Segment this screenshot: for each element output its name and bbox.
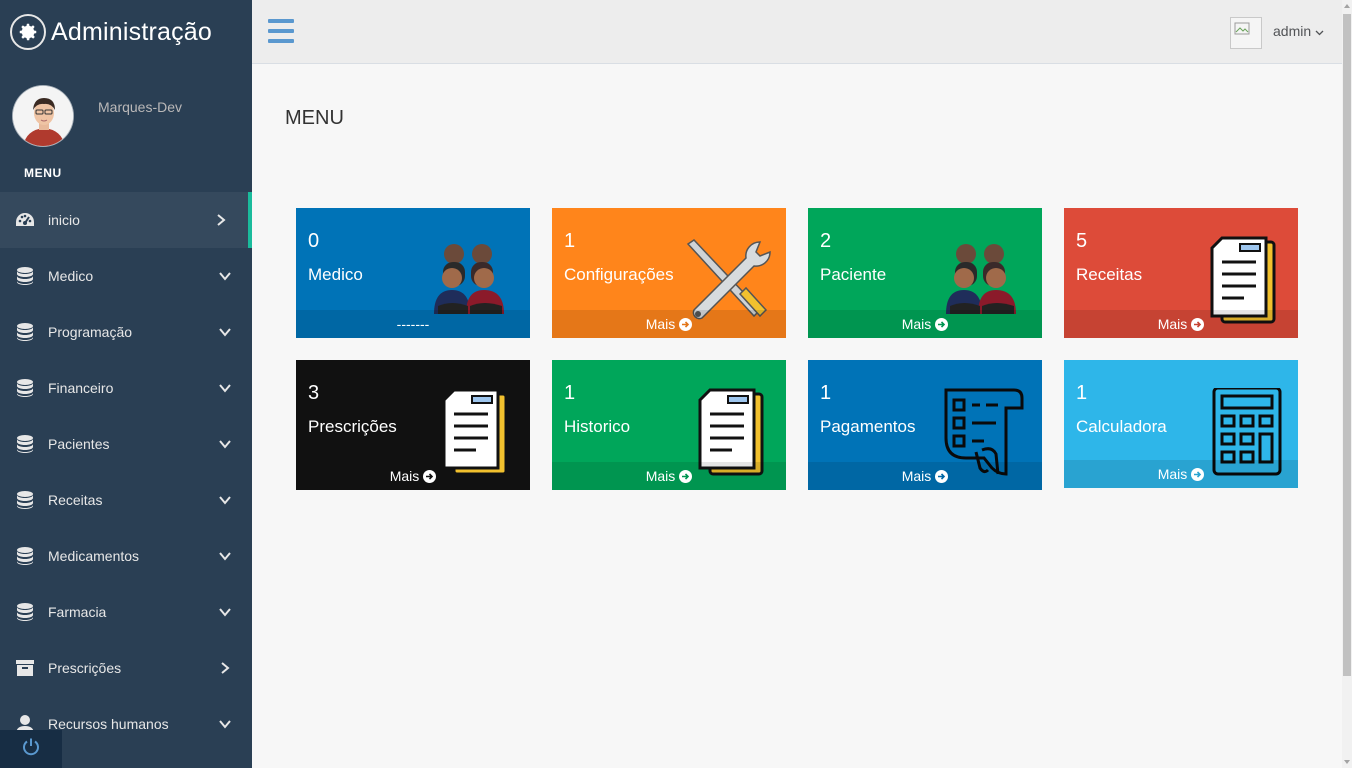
tile-count: 1: [564, 230, 576, 252]
scroll-thumb[interactable]: [1343, 14, 1351, 676]
tile-count: 0: [308, 230, 320, 252]
chevron-right-icon: [218, 661, 232, 675]
database-icon: [14, 601, 36, 623]
arrow-circle-right-icon: [679, 469, 693, 483]
tile-label: Historico: [564, 417, 631, 436]
sidebar-item-pacientes[interactable]: Pacientes: [0, 416, 252, 472]
tile-footer-text: Mais: [1157, 316, 1188, 332]
arrow-circle-right-icon: [1191, 467, 1205, 481]
scrollbar[interactable]: [1342, 0, 1352, 768]
sidebar-nav: inicio Medico Programação Financeiro Pac…: [0, 192, 252, 752]
tile-footer-link[interactable]: Mais: [1064, 310, 1298, 338]
tile-count: 5: [1076, 230, 1088, 252]
chevron-down-icon: [218, 381, 232, 395]
tile-footer-link[interactable]: Mais: [808, 462, 1042, 490]
profile-name: Marques-Dev: [98, 99, 183, 115]
chevron-down-icon: [1315, 23, 1324, 39]
tile-footer-text: Mais: [1157, 466, 1188, 482]
database-icon: [14, 545, 36, 567]
brand-title: Administração: [51, 17, 212, 46]
menu-toggle-button[interactable]: [268, 19, 294, 43]
database-icon: [14, 489, 36, 511]
tile-pagamentos[interactable]: 1 Pagamentos Mais: [808, 360, 1042, 490]
tile-label: Medico: [308, 265, 363, 284]
tile-footer-text: Mais: [645, 468, 676, 484]
chevron-down-icon: [218, 269, 232, 283]
user-name: admin: [1273, 23, 1312, 39]
arrow-circle-right-icon: [935, 469, 949, 483]
scroll-up-arrow[interactable]: [1344, 4, 1350, 8]
arrow-circle-right-icon: [935, 317, 949, 331]
sidebar-item-prescricoes[interactable]: Prescrições: [0, 640, 252, 696]
tile-historico[interactable]: 1 Historico Mais: [552, 360, 786, 490]
power-icon: [21, 737, 41, 762]
chevron-down-icon: [218, 437, 232, 451]
database-icon: [14, 321, 36, 343]
tile-count: 1: [1076, 382, 1088, 404]
database-icon: [14, 433, 36, 455]
chevron-down-icon: [218, 549, 232, 563]
database-icon: [14, 377, 36, 399]
tile-paciente[interactable]: 2 Paciente Mais: [808, 208, 1042, 338]
user-menu[interactable]: admin: [1273, 23, 1324, 39]
tile-footer-link[interactable]: -------: [296, 310, 530, 338]
chevron-down-icon: [218, 605, 232, 619]
sidebar-item-farmacia[interactable]: Farmacia: [0, 584, 252, 640]
tile-footer-text: Mais: [901, 316, 932, 332]
arrow-circle-right-icon: [1191, 317, 1205, 331]
avatar: [12, 85, 74, 147]
arrow-circle-right-icon: [423, 469, 437, 483]
hamburger-icon: [268, 19, 294, 23]
tile-label: Pagamentos: [820, 417, 916, 436]
page-title: MENU: [285, 107, 344, 129]
sidebar-item-financeiro[interactable]: Financeiro: [0, 360, 252, 416]
menu-section-label: MENU: [24, 166, 62, 180]
tile-footer-text: Mais: [901, 468, 932, 484]
top-navbar: admin: [252, 0, 1342, 64]
database-icon: [14, 265, 36, 287]
tile-footer-link[interactable]: Mais: [808, 310, 1042, 338]
tile-medico[interactable]: 0 Medico -------: [296, 208, 530, 338]
tile-prescricoes[interactable]: 3 Prescrições Mais: [296, 360, 530, 490]
tile-configuracoes[interactable]: 1 Configurações Mais: [552, 208, 786, 338]
sidebar-item-programacao[interactable]: Programação: [0, 304, 252, 360]
tile-footer-text: -------: [396, 316, 430, 332]
brand[interactable]: Administração: [0, 0, 252, 64]
sidebar-item-medico[interactable]: Medico: [0, 248, 252, 304]
tile-footer-text: Mais: [645, 316, 676, 332]
tile-count: 2: [820, 230, 832, 252]
tile-calculadora[interactable]: 1 Calculadora Mais: [1064, 360, 1298, 488]
chevron-down-icon: [218, 717, 232, 731]
tile-footer-link[interactable]: Mais: [296, 462, 530, 490]
chevron-right-icon: [214, 213, 228, 227]
logout-button[interactable]: [0, 730, 62, 768]
chevron-down-icon: [218, 493, 232, 507]
sidebar-item-receitas[interactable]: Receitas: [0, 472, 252, 528]
scroll-down-arrow[interactable]: [1344, 760, 1350, 764]
tile-footer-link[interactable]: Mais: [552, 310, 786, 338]
sidebar-item-medicamentos[interactable]: Medicamentos: [0, 528, 252, 584]
sidebar: Administração Marques-Dev MENU inicio Me…: [0, 0, 252, 768]
chevron-down-icon: [218, 325, 232, 339]
tile-footer-text: Mais: [389, 468, 420, 484]
tile-footer-link[interactable]: Mais: [1064, 460, 1298, 488]
tile-label: Paciente: [820, 265, 887, 284]
dashboard-icon: [14, 209, 36, 231]
tile-footer-link[interactable]: Mais: [552, 462, 786, 490]
tile-count: 3: [308, 382, 320, 404]
gear-icon: [10, 14, 46, 50]
tile-label: Receitas: [1076, 265, 1143, 284]
archive-icon: [14, 657, 36, 679]
user-profile-image[interactable]: [1230, 17, 1262, 49]
tile-count: 1: [564, 382, 576, 404]
tile-label: Prescrições: [308, 417, 397, 436]
tile-receitas[interactable]: 5 Receitas Mais: [1064, 208, 1298, 338]
arrow-circle-right-icon: [679, 317, 693, 331]
tile-count: 1: [820, 382, 832, 404]
tile-label: Configurações: [564, 265, 674, 284]
sidebar-item-inicio[interactable]: inicio: [0, 192, 252, 248]
tile-label: Calculadora: [1076, 417, 1167, 436]
